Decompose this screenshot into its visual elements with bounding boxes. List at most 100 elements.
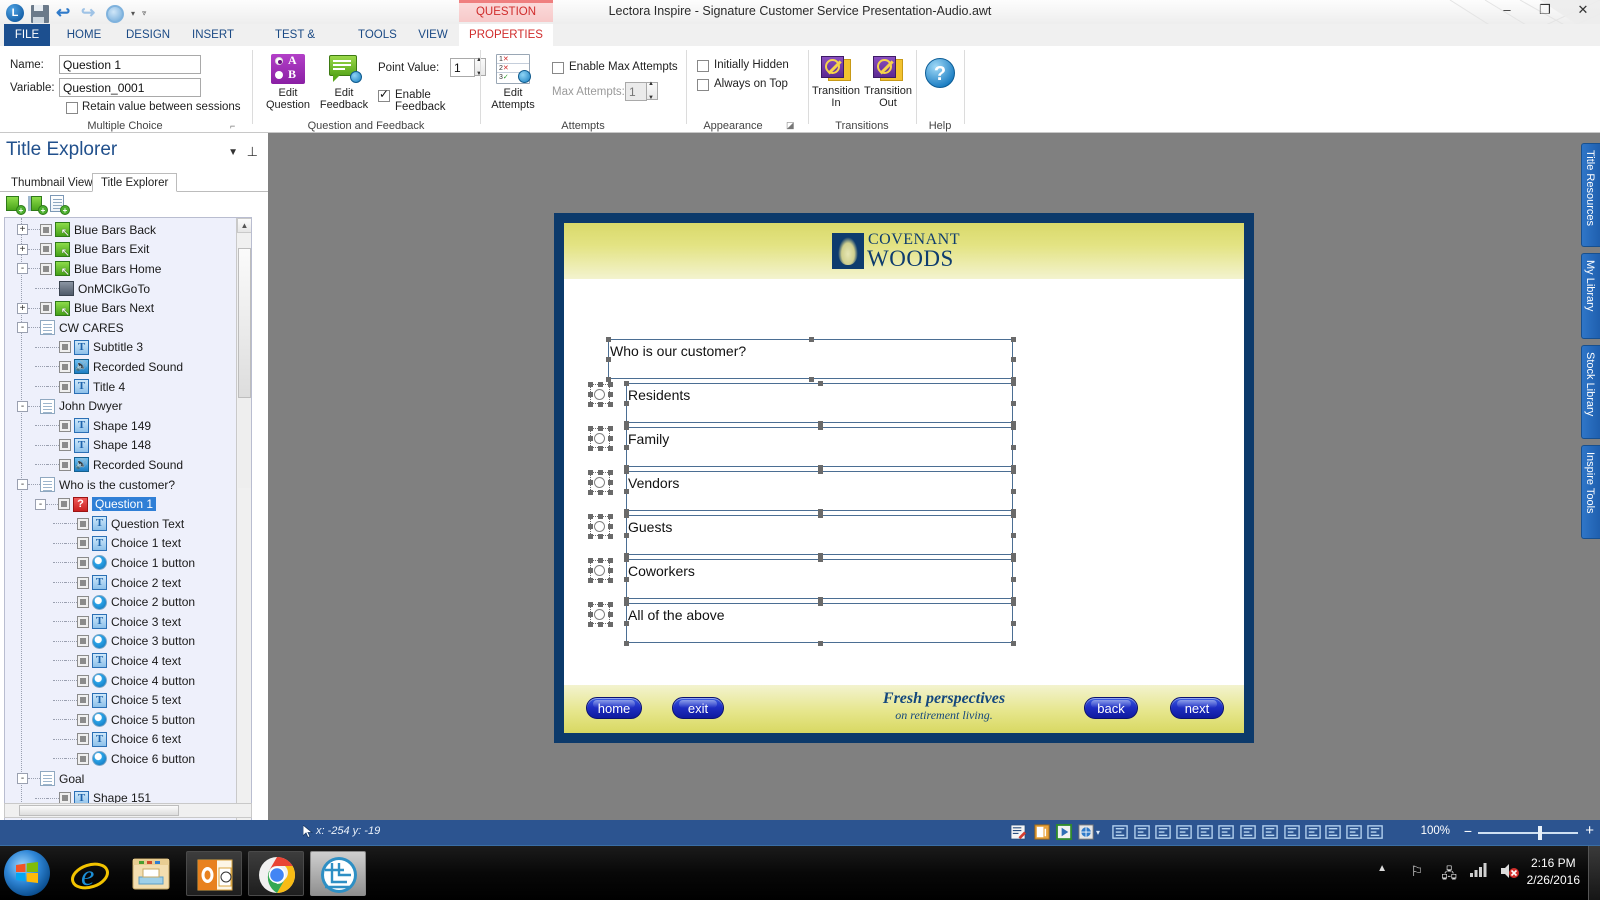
tree-expander[interactable]: - [17,400,28,412]
nav-button-next[interactable]: next [1170,697,1224,719]
tree-item-visibility-checkbox[interactable] [59,341,71,354]
choice-3-button-handle[interactable] [608,470,613,475]
edit-question-button[interactable]: AB Edit Question [260,54,316,111]
tab-title-explorer[interactable]: Title Explorer [92,173,178,192]
choice-6-text-handle[interactable] [817,641,823,646]
nav-button-home[interactable]: home [586,697,642,719]
tree-item-choice-6-text[interactable]: T Choice 6 text [5,730,251,750]
choice-6-text[interactable]: All of the above [628,607,725,623]
add-chapter-icon[interactable]: + [6,195,26,215]
tree-item-visibility-checkbox[interactable] [77,537,89,550]
tab-home[interactable]: HOME [57,24,111,46]
point-value-input[interactable] [450,58,475,77]
choice-6-button-handle[interactable] [588,612,593,617]
group-left-icon[interactable] [1346,824,1363,841]
close-button[interactable]: ✕ [1574,2,1592,18]
choice-6-button-handle[interactable] [588,622,593,627]
tree-item-visibility-checkbox[interactable] [77,615,89,628]
choice-4-button-handle[interactable] [608,514,613,519]
slide[interactable]: COVENANT WOODS Who is our customer? Resid… [554,213,1254,743]
max-attempts-input[interactable] [625,82,647,101]
choice-5-button-handle[interactable] [588,568,593,573]
zoom-slider-knob[interactable] [1538,826,1542,840]
choice-1-button-handle[interactable] [598,382,603,387]
window-controls[interactable]: – ❐ ✕ [1498,2,1592,18]
add-section-icon[interactable]: + [28,195,48,215]
choice-2-button-handle[interactable] [588,436,593,441]
enable-max-attempts-checkbox[interactable] [552,62,564,74]
choice-5-button-handle[interactable] [598,578,603,583]
panel-menu-icon[interactable]: ▼ [228,147,238,158]
minimize-button[interactable]: – [1498,2,1516,18]
show-hidden-icons-caret[interactable]: ▲ [1377,863,1387,874]
tree-item-choice-2-button[interactable]: Choice 2 button [5,592,251,612]
tree-item-question-1[interactable]: -? Question 1 [5,494,251,514]
taskbar-clock[interactable]: 2:16 PM 2/26/2016 [1527,855,1580,889]
choice-4-button-handle[interactable] [598,534,603,539]
choice-3-text[interactable]: Vendors [628,475,679,491]
tree-item-visibility-checkbox[interactable] [77,713,89,726]
preview-browser-icon[interactable] [1078,824,1095,841]
signal-icon[interactable] [1470,863,1488,880]
size-both-icon[interactable] [1284,824,1301,841]
question-text-handle[interactable] [808,337,814,342]
tab-design[interactable]: DESIGN [117,24,179,46]
tree-item-visibility-checkbox[interactable] [59,439,71,452]
right-tab-my-library[interactable]: My Library [1581,253,1600,339]
tree-item-visibility-checkbox[interactable] [77,635,89,648]
choice-6-button-handle[interactable] [608,612,613,617]
choice-2-button-handle[interactable] [588,426,593,431]
start-button[interactable] [4,850,50,896]
retain-value-checkbox[interactable] [66,102,78,114]
choice-6-text-handle[interactable] [1011,641,1016,646]
tree-item-blue-bars-home[interactable]: - Blue Bars Home [5,259,251,279]
run-mode-icon[interactable] [1034,824,1051,841]
choice-5-text-handle[interactable] [1011,577,1016,582]
tree-item-visibility-checkbox[interactable] [77,654,89,667]
choice-1-text-handle[interactable] [1011,401,1016,406]
choice-3-text-handle[interactable] [1011,469,1016,474]
panel-pin-icon[interactable]: ⊥ [247,144,258,160]
choice-4-button-handle[interactable] [588,514,593,519]
choice-6-text-handle[interactable] [624,601,629,606]
choice-3-button-handle[interactable] [598,470,603,475]
tree-item-choice-5-button[interactable]: Choice 5 button [5,710,251,730]
tab-view[interactable]: VIEW [407,24,459,46]
slide-canvas[interactable]: COVENANT WOODS Who is our customer? Resid… [268,133,1543,820]
question-text[interactable]: Who is our customer? [610,343,746,359]
choice-2-button-handle[interactable] [598,426,603,431]
edit-mode-icon[interactable] [1010,824,1027,841]
max-attempts-spinner[interactable] [647,81,658,101]
choice-6-text-handle[interactable] [624,641,629,646]
tree-expander[interactable]: - [35,498,46,510]
name-input[interactable] [59,55,201,74]
choice-2-button-handle[interactable] [598,446,603,451]
tree-expander[interactable]: + [17,243,28,255]
transition-in-button[interactable]: Transition In [810,56,862,109]
choice-1-radio-icon[interactable] [594,389,605,400]
choice-2-text-selection[interactable] [626,427,1013,467]
tree-item-visibility-checkbox[interactable] [40,243,52,256]
choice-3-button-handle[interactable] [588,470,593,475]
tree-item-choice-4-button[interactable]: Choice 4 button [5,671,251,691]
zoom-slider[interactable] [1478,832,1578,834]
choice-3-radio-icon[interactable] [594,477,605,488]
tree-item-visibility-checkbox[interactable] [77,752,89,765]
choice-4-button-handle[interactable] [598,514,603,519]
network-icon[interactable]: 🖧 [1441,863,1457,887]
tree-item-subtitle-3[interactable]: T Subtitle 3 [5,338,251,358]
choice-2-button-handle[interactable] [588,446,593,451]
choice-6-button-handle[interactable] [608,622,613,627]
choice-5-button-handle[interactable] [588,558,593,563]
choice-4-button-handle[interactable] [608,524,613,529]
choice-2-button-handle[interactable] [608,446,613,451]
tree-item-onmclkgoto[interactable]: OnMClkGoTo [5,279,251,299]
choice-5-text[interactable]: Coworkers [628,563,695,579]
choice-3-text-handle[interactable] [624,469,629,474]
distribute-h-icon[interactable] [1305,824,1322,841]
tree-item-visibility-checkbox[interactable] [77,694,89,707]
variable-input[interactable] [59,78,201,97]
tree-expander[interactable]: - [17,479,28,491]
help-button[interactable]: ? [924,58,956,88]
question-text-handle[interactable] [1011,337,1016,342]
